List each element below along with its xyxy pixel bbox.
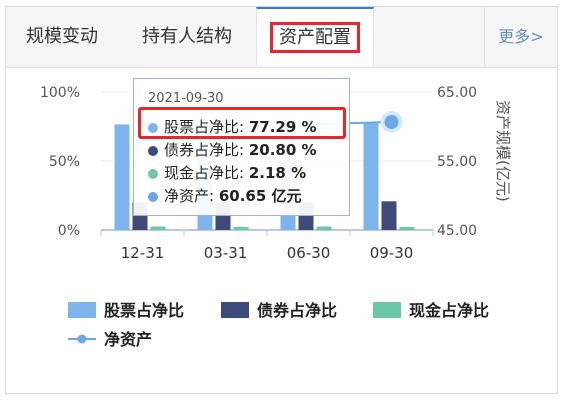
legend-label: 现金占净比 xyxy=(409,301,490,320)
bar-cash xyxy=(150,226,166,230)
bar-cash xyxy=(399,226,415,230)
tooltip-date: 2021-09-30 xyxy=(148,91,224,106)
y-left-tick-label: 0% xyxy=(58,223,80,239)
legend-label: 股票占净比 xyxy=(104,301,185,320)
bar-stock xyxy=(363,123,379,230)
tooltip-row-bond: 债券占净比: 20.80 % xyxy=(148,139,317,160)
y-right-tick-label: 65.00 xyxy=(437,85,477,101)
tooltip-highlight-box xyxy=(138,107,346,139)
legend-net[interactable]: 净资产 xyxy=(68,326,152,350)
y-right-tick-label: 45.00 xyxy=(437,223,477,239)
x-tick-label: 12-31 xyxy=(121,244,165,262)
legend-stock-swatch xyxy=(68,302,96,318)
chart-tooltip: 2021-09-30 股票占净比: 77.29 % 债券占净比: 20.80 %… xyxy=(133,78,350,216)
legend-cash[interactable]: 现金占净比 xyxy=(373,297,489,321)
tooltip-label: 净资产: xyxy=(164,187,215,205)
cash-dot-icon xyxy=(148,168,158,179)
x-tick-label: 06-30 xyxy=(287,244,331,262)
bar-stock xyxy=(114,124,130,230)
bar-cash xyxy=(316,226,332,230)
legend-bond[interactable]: 债券占净比 xyxy=(221,297,337,321)
legend-net-line-icon xyxy=(68,334,96,344)
net-dot-icon xyxy=(148,191,158,202)
legend-cash-swatch xyxy=(373,302,401,318)
y-right-axis-title: 资产规模(亿元) xyxy=(494,100,512,202)
net-asset-point xyxy=(384,115,399,130)
legend-bond-swatch xyxy=(221,302,249,318)
legend-label: 债券占净比 xyxy=(257,301,338,320)
legend-label: 净资产 xyxy=(104,330,153,349)
y-left-tick-label: 50% xyxy=(49,154,80,170)
y-left-tick-label: 100% xyxy=(40,85,80,101)
tooltip-value: 20.80 % xyxy=(248,141,317,159)
bar-bond xyxy=(381,201,397,230)
x-tick-label: 03-31 xyxy=(204,244,248,262)
bond-dot-icon xyxy=(148,145,158,156)
tooltip-value: 60.65 亿元 xyxy=(218,187,302,205)
legend-stock[interactable]: 股票占净比 xyxy=(68,297,184,321)
tooltip-label: 现金占净比: xyxy=(164,164,245,182)
tooltip-value: 2.18 % xyxy=(248,164,307,182)
bar-cash xyxy=(233,226,249,230)
tooltip-row-net: 净资产: 60.65 亿元 xyxy=(148,185,302,206)
y-right-tick-label: 55.00 xyxy=(437,154,477,170)
tooltip-label: 债券占净比: xyxy=(164,141,245,159)
x-tick-label: 09-30 xyxy=(370,244,414,262)
tooltip-row-cash: 现金占净比: 2.18 % xyxy=(148,162,306,183)
